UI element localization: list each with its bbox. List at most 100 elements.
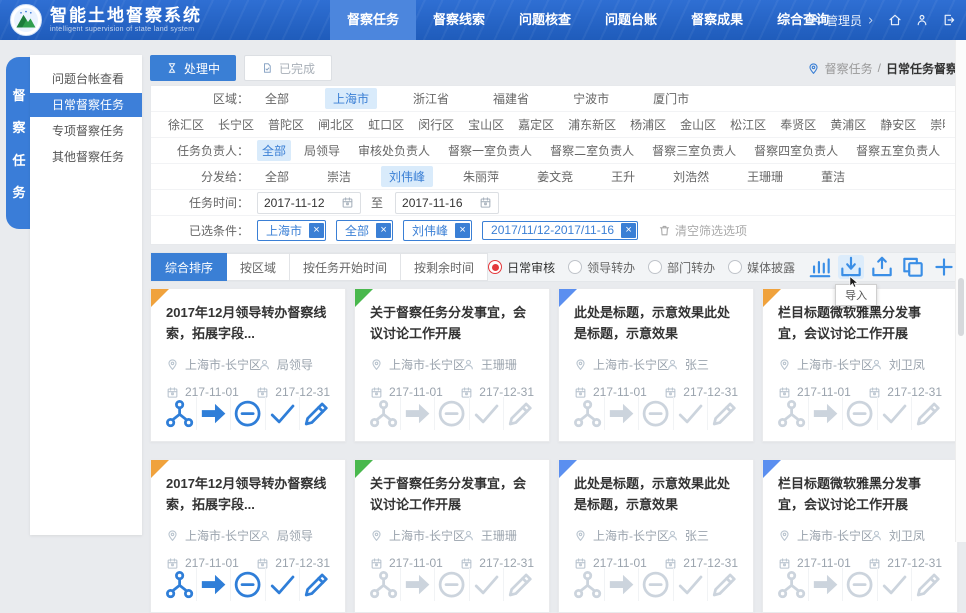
radio-0[interactable]: 日常审核 xyxy=(488,259,555,276)
filter-option[interactable]: 闸北区 xyxy=(313,114,359,135)
filter-option[interactable]: 督察三室负责人 xyxy=(647,140,741,161)
filter-option[interactable]: 福建省 xyxy=(485,88,537,109)
forward-icon[interactable] xyxy=(196,397,230,430)
check-icon[interactable] xyxy=(469,397,503,430)
sidebar-item-2[interactable]: 专项督察任务 xyxy=(30,119,142,143)
share-icon[interactable] xyxy=(163,397,196,430)
breadcrumb-parent[interactable]: 督察任务 xyxy=(825,60,873,77)
edit-icon[interactable] xyxy=(299,568,333,601)
home-icon[interactable] xyxy=(888,13,902,27)
filter-option[interactable]: 浙江省 xyxy=(405,88,457,109)
filter-option[interactable]: 崇明区 xyxy=(925,114,945,135)
filter-option[interactable]: 静安区 xyxy=(875,114,921,135)
remove-icon[interactable] xyxy=(638,397,672,430)
edit-icon[interactable] xyxy=(707,397,741,430)
check-icon[interactable] xyxy=(673,397,707,430)
filter-option[interactable]: 上海市 xyxy=(325,88,377,109)
edit-icon[interactable] xyxy=(707,568,741,601)
remove-icon[interactable] xyxy=(842,397,876,430)
stats-icon[interactable] xyxy=(807,255,833,279)
filter-option[interactable]: 全部 xyxy=(257,88,297,109)
edit-icon[interactable] xyxy=(503,568,537,601)
filter-option[interactable]: 朱丽萍 xyxy=(455,166,507,187)
profile-icon[interactable] xyxy=(915,13,929,27)
filter-option[interactable]: 王珊珊 xyxy=(739,166,791,187)
remove-tag-icon[interactable]: × xyxy=(455,223,470,238)
nav-item-0[interactable]: 督察任务 xyxy=(330,0,416,40)
radio-1[interactable]: 领导转办 xyxy=(568,259,635,276)
filter-option[interactable]: 崇洁 xyxy=(319,166,359,187)
clear-filters-button[interactable]: 清空筛选选项 xyxy=(658,222,747,239)
task-card[interactable]: 栏目标题微软雅黑分发事宜，会议讨论工作开展上海市-长宁区刘卫凤217-11-01… xyxy=(762,288,958,442)
forward-icon[interactable] xyxy=(808,397,842,430)
task-card[interactable]: 关于督察任务分发事宜，会议讨论工作开展上海市-长宁区王珊珊217-11-0121… xyxy=(354,459,550,613)
nav-item-4[interactable]: 督察成果 xyxy=(674,0,760,40)
filter-option[interactable]: 全部 xyxy=(257,140,291,161)
remove-tag-icon[interactable]: × xyxy=(621,223,636,238)
remove-icon[interactable] xyxy=(842,568,876,601)
filter-option[interactable]: 王升 xyxy=(603,166,643,187)
add-icon[interactable] xyxy=(931,255,957,279)
check-icon[interactable] xyxy=(673,568,707,601)
sort-tab-1[interactable]: 按区域 xyxy=(227,253,290,281)
remove-icon[interactable] xyxy=(230,568,264,601)
forward-icon[interactable] xyxy=(808,568,842,601)
filter-option[interactable]: 嘉定区 xyxy=(513,114,559,135)
forward-icon[interactable] xyxy=(400,568,434,601)
tab-processing[interactable]: 处理中 xyxy=(150,55,236,81)
logout-icon[interactable] xyxy=(942,13,956,27)
sort-tab-0[interactable]: 综合排序 xyxy=(151,253,227,281)
share-icon[interactable] xyxy=(163,568,196,601)
filter-option[interactable]: 审核处负责人 xyxy=(353,140,435,161)
filter-option[interactable]: 普陀区 xyxy=(263,114,309,135)
share-icon[interactable] xyxy=(775,568,808,601)
share-icon[interactable] xyxy=(571,568,604,601)
filter-option[interactable]: 局领导 xyxy=(299,140,345,161)
check-icon[interactable] xyxy=(265,568,299,601)
copy-icon[interactable] xyxy=(900,255,926,279)
nav-item-2[interactable]: 问题核查 xyxy=(502,0,588,40)
remove-icon[interactable] xyxy=(230,397,264,430)
end-date-input[interactable]: 2017-11-16 xyxy=(395,192,499,214)
forward-icon[interactable] xyxy=(196,568,230,601)
import-icon[interactable]: 导入 xyxy=(838,255,864,279)
filter-option[interactable]: 浦东新区 xyxy=(563,114,621,135)
filter-option[interactable]: 督察五室负责人 xyxy=(851,140,945,161)
forward-icon[interactable] xyxy=(604,568,638,601)
edit-icon[interactable] xyxy=(299,397,333,430)
filter-option[interactable]: 闵行区 xyxy=(413,114,459,135)
sidebar-vertical-tab[interactable]: 督察任务 xyxy=(6,57,32,229)
filter-option[interactable]: 宁波市 xyxy=(565,88,617,109)
task-card[interactable]: 关于督察任务分发事宜，会议讨论工作开展上海市-长宁区王珊珊217-11-0121… xyxy=(354,288,550,442)
check-icon[interactable] xyxy=(265,397,299,430)
filter-option[interactable]: 督察一室负责人 xyxy=(443,140,537,161)
filter-option[interactable]: 厦门市 xyxy=(645,88,697,109)
filter-option[interactable]: 松江区 xyxy=(725,114,771,135)
filter-option[interactable]: 黄浦区 xyxy=(825,114,871,135)
edit-icon[interactable] xyxy=(503,397,537,430)
forward-icon[interactable] xyxy=(604,397,638,430)
task-card[interactable]: 此处是标题，示意效果此处是标题，示意效果上海市-长宁区张三217-11-0121… xyxy=(558,459,754,613)
remove-icon[interactable] xyxy=(434,568,468,601)
sidebar-item-0[interactable]: 问题台帐查看 xyxy=(30,67,142,91)
share-icon[interactable] xyxy=(367,397,400,430)
filter-option[interactable]: 徐汇区 xyxy=(163,114,209,135)
filter-option[interactable]: 金山区 xyxy=(675,114,721,135)
radio-2[interactable]: 部门转办 xyxy=(648,259,715,276)
check-icon[interactable] xyxy=(877,397,911,430)
sort-tab-3[interactable]: 按剩余时间 xyxy=(401,253,488,281)
remove-icon[interactable] xyxy=(638,568,672,601)
filter-option[interactable]: 姜文竞 xyxy=(529,166,581,187)
sidebar-item-3[interactable]: 其他督察任务 xyxy=(30,145,142,169)
filter-option[interactable]: 杨浦区 xyxy=(625,114,671,135)
filter-option[interactable]: 宝山区 xyxy=(463,114,509,135)
filter-option[interactable]: 董洁 xyxy=(813,166,853,187)
task-card[interactable]: 2017年12月领导转办督察线索，拓展字段...上海市-长宁区局领导217-11… xyxy=(150,288,346,442)
filter-option[interactable]: 督察二室负责人 xyxy=(545,140,639,161)
share-icon[interactable] xyxy=(367,568,400,601)
check-icon[interactable] xyxy=(877,568,911,601)
task-card[interactable]: 栏目标题微软雅黑分发事宜，会议讨论工作开展上海市-长宁区刘卫凤217-11-01… xyxy=(762,459,958,613)
user-menu[interactable]: 管理员 xyxy=(808,12,875,29)
scrollbar-thumb[interactable] xyxy=(958,278,964,336)
tab-completed[interactable]: 已完成 xyxy=(244,55,332,81)
